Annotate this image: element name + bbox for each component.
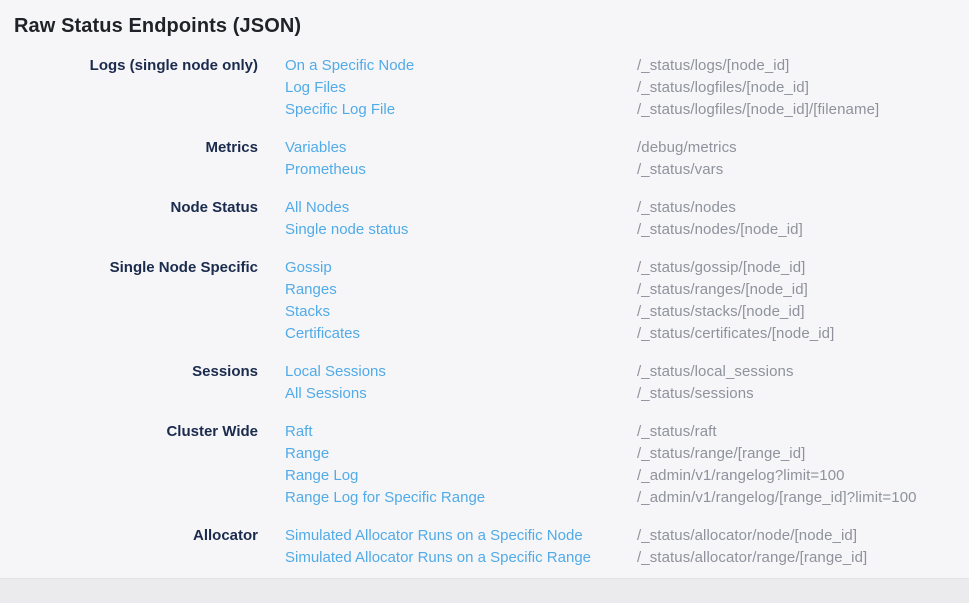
endpoint-group: Metrics Variables /debug/metrics Prometh… [0,137,969,181]
entry-list: Variables /debug/metrics Prometheus /_st… [285,137,737,181]
endpoint-path: /_admin/v1/rangelog?limit=100 [637,465,845,487]
entry-list: Gossip /_status/gossip/[node_id] Ranges … [285,257,834,345]
endpoint-row: Raft /_status/raft [285,421,917,443]
endpoint-row: Certificates /_status/certificates/[node… [285,323,834,345]
bottom-section-divider [0,578,969,603]
endpoint-link[interactable]: Range Log for Specific Range [285,487,637,509]
endpoint-row: On a Specific Node /_status/logs/[node_i… [285,55,879,77]
endpoint-row: Single node status /_status/nodes/[node_… [285,219,803,241]
endpoint-link[interactable]: On a Specific Node [285,55,637,77]
endpoint-path: /_status/logfiles/[node_id]/[filename] [637,99,879,121]
endpoint-row: Local Sessions /_status/local_sessions [285,361,794,383]
endpoint-row: Variables /debug/metrics [285,137,737,159]
endpoint-path: /_admin/v1/rangelog/[range_id]?limit=100 [637,487,917,509]
endpoint-group: Node Status All Nodes /_status/nodes Sin… [0,197,969,241]
endpoint-path: /_status/nodes/[node_id] [637,219,803,241]
endpoint-row: Prometheus /_status/vars [285,159,737,181]
endpoint-link[interactable]: Single node status [285,219,637,241]
endpoint-row: Range Log for Specific Range /_admin/v1/… [285,487,917,509]
endpoint-path: /debug/metrics [637,137,737,159]
endpoint-path: /_status/logs/[node_id] [637,55,789,77]
endpoint-path: /_status/vars [637,159,723,181]
endpoint-row: Stacks /_status/stacks/[node_id] [285,301,834,323]
category-label: Single Node Specific [0,257,258,279]
endpoint-path: /_status/local_sessions [637,361,794,383]
endpoint-link[interactable]: Simulated Allocator Runs on a Specific N… [285,525,637,547]
endpoint-path: /_status/allocator/range/[range_id] [637,547,867,569]
category-label: Node Status [0,197,258,219]
entry-list: On a Specific Node /_status/logs/[node_i… [285,55,879,121]
endpoint-row: Gossip /_status/gossip/[node_id] [285,257,834,279]
endpoint-link[interactable]: Log Files [285,77,637,99]
endpoint-group: Logs (single node only) On a Specific No… [0,55,969,121]
endpoint-link[interactable]: Local Sessions [285,361,637,383]
category-label: Logs (single node only) [0,55,258,77]
endpoint-path: /_status/allocator/node/[node_id] [637,525,857,547]
endpoint-row: Simulated Allocator Runs on a Specific R… [285,547,867,569]
endpoint-path: /_status/nodes [637,197,736,219]
endpoint-row: Log Files /_status/logfiles/[node_id] [285,77,879,99]
endpoint-link[interactable]: Simulated Allocator Runs on a Specific R… [285,547,637,569]
category-label: Allocator [0,525,258,547]
endpoint-path: /_status/range/[range_id] [637,443,805,465]
endpoint-link[interactable]: Raft [285,421,637,443]
endpoint-link[interactable]: All Nodes [285,197,637,219]
endpoint-path: /_status/gossip/[node_id] [637,257,805,279]
category-label: Metrics [0,137,258,159]
category-label: Sessions [0,361,258,383]
endpoint-link[interactable]: Certificates [285,323,637,345]
entry-list: Local Sessions /_status/local_sessions A… [285,361,794,405]
endpoint-row: Ranges /_status/ranges/[node_id] [285,279,834,301]
entry-list: Raft /_status/raft Range /_status/range/… [285,421,917,509]
endpoints-list: Logs (single node only) On a Specific No… [0,55,969,569]
endpoint-path: /_status/raft [637,421,717,443]
endpoint-group: Allocator Simulated Allocator Runs on a … [0,525,969,569]
endpoint-row: Range /_status/range/[range_id] [285,443,917,465]
endpoint-link[interactable]: Specific Log File [285,99,637,121]
endpoint-row: All Nodes /_status/nodes [285,197,803,219]
endpoint-path: /_status/sessions [637,383,754,405]
endpoint-link[interactable]: Range Log [285,465,637,487]
page-title: Raw Status Endpoints (JSON) [0,0,969,40]
endpoint-row: All Sessions /_status/sessions [285,383,794,405]
endpoint-link[interactable]: Range [285,443,637,465]
endpoint-row: Range Log /_admin/v1/rangelog?limit=100 [285,465,917,487]
endpoint-group: Single Node Specific Gossip /_status/gos… [0,257,969,345]
endpoint-group: Cluster Wide Raft /_status/raft Range /_… [0,421,969,509]
endpoint-link[interactable]: Ranges [285,279,637,301]
endpoint-link[interactable]: Prometheus [285,159,637,181]
endpoint-group: Sessions Local Sessions /_status/local_s… [0,361,969,405]
debug-page: Raw Status Endpoints (JSON) Logs (single… [0,0,969,603]
endpoint-link[interactable]: All Sessions [285,383,637,405]
endpoint-link[interactable]: Gossip [285,257,637,279]
endpoint-path: /_status/certificates/[node_id] [637,323,834,345]
endpoint-row: Simulated Allocator Runs on a Specific N… [285,525,867,547]
endpoint-row: Specific Log File /_status/logfiles/[nod… [285,99,879,121]
endpoint-path: /_status/ranges/[node_id] [637,279,808,301]
category-label: Cluster Wide [0,421,258,443]
endpoint-path: /_status/stacks/[node_id] [637,301,805,323]
endpoint-link[interactable]: Stacks [285,301,637,323]
endpoint-path: /_status/logfiles/[node_id] [637,77,809,99]
endpoint-link[interactable]: Variables [285,137,637,159]
entry-list: All Nodes /_status/nodes Single node sta… [285,197,803,241]
entry-list: Simulated Allocator Runs on a Specific N… [285,525,867,569]
